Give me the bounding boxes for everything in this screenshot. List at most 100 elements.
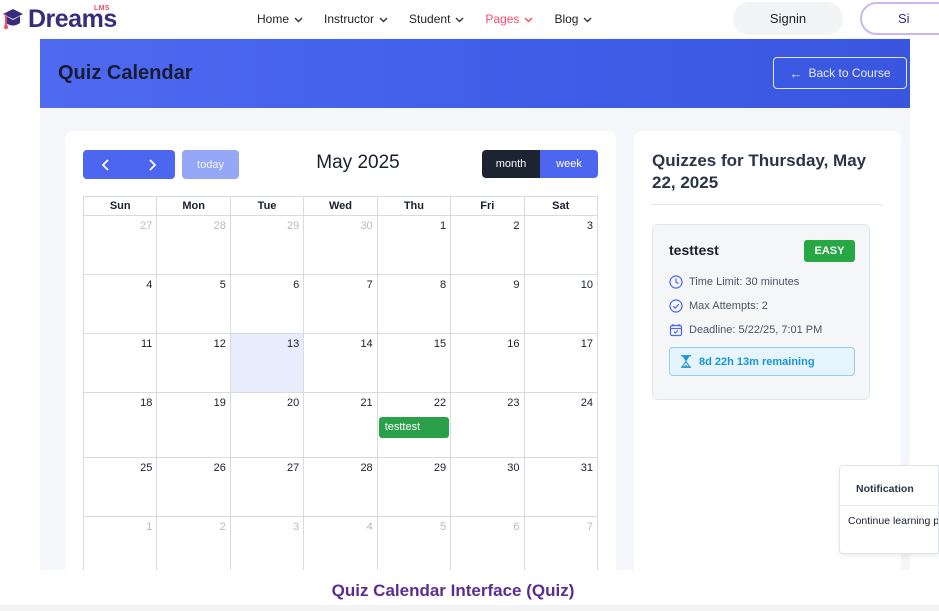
calendar-day[interactable]: 5 bbox=[157, 275, 231, 334]
day-number[interactable]: 16 bbox=[507, 338, 519, 350]
calendar-day[interactable]: 30 bbox=[451, 458, 525, 517]
calendar-day[interactable]: 2 bbox=[157, 517, 231, 576]
day-number[interactable]: 8 bbox=[440, 279, 446, 291]
day-number[interactable]: 25 bbox=[140, 462, 152, 474]
day-number[interactable]: 21 bbox=[360, 397, 372, 409]
day-number[interactable]: 6 bbox=[513, 521, 519, 533]
brand-logo[interactable]: Dreams LMS bbox=[2, 4, 117, 34]
month-view-button[interactable]: month bbox=[482, 150, 540, 178]
day-number[interactable]: 14 bbox=[360, 338, 372, 350]
day-number[interactable]: 28 bbox=[360, 462, 372, 474]
day-number[interactable]: 2 bbox=[220, 521, 226, 533]
day-number[interactable]: 23 bbox=[507, 397, 519, 409]
calendar-day[interactable]: 27 bbox=[84, 216, 158, 275]
calendar-day-today[interactable]: 13 bbox=[230, 334, 305, 393]
calendar-event[interactable]: testtest bbox=[378, 417, 450, 438]
day-number[interactable]: 4 bbox=[367, 521, 373, 533]
day-number[interactable]: 1 bbox=[146, 521, 152, 533]
calendar-day[interactable]: 19 bbox=[157, 393, 231, 458]
nav-item-pages[interactable]: Pages bbox=[485, 12, 534, 26]
day-number[interactable]: 7 bbox=[367, 279, 373, 291]
calendar-day[interactable]: 6 bbox=[451, 517, 525, 576]
calendar-day[interactable]: 5 bbox=[377, 517, 452, 576]
day-number[interactable]: 1 bbox=[440, 220, 446, 232]
day-number[interactable]: 18 bbox=[140, 397, 152, 409]
day-number[interactable]: 4 bbox=[146, 279, 152, 291]
day-number[interactable]: 27 bbox=[140, 220, 152, 232]
calendar-day[interactable]: 30 bbox=[304, 216, 378, 275]
day-number[interactable]: 10 bbox=[581, 279, 593, 291]
calendar-day[interactable]: 4 bbox=[304, 517, 378, 576]
calendar-day[interactable]: 24 bbox=[524, 393, 598, 458]
calendar-day[interactable]: 7 bbox=[304, 275, 378, 334]
notification-popup[interactable]: Notification Continue learning progress. bbox=[839, 465, 939, 554]
day-number[interactable]: 3 bbox=[587, 220, 593, 232]
calendar-day[interactable]: 9 bbox=[451, 275, 525, 334]
calendar-day[interactable]: 28 bbox=[304, 458, 378, 517]
day-number[interactable]: 15 bbox=[434, 338, 446, 350]
calendar-day[interactable]: 12 bbox=[157, 334, 231, 393]
calendar-day[interactable]: 4 bbox=[84, 275, 158, 334]
signup-button[interactable]: Si bbox=[860, 2, 939, 35]
day-number[interactable]: 22 bbox=[434, 397, 446, 409]
calendar-day[interactable]: 25 bbox=[84, 458, 158, 517]
day-number[interactable]: 9 bbox=[513, 279, 519, 291]
week-view-button[interactable]: week bbox=[540, 150, 598, 178]
today-button[interactable]: today bbox=[182, 150, 239, 179]
day-number[interactable]: 17 bbox=[581, 338, 593, 350]
day-number[interactable]: 5 bbox=[220, 279, 226, 291]
day-number[interactable]: 27 bbox=[287, 462, 299, 474]
calendar-day[interactable]: 31 bbox=[524, 458, 598, 517]
calendar-day[interactable]: 10 bbox=[524, 275, 598, 334]
calendar-day[interactable]: 29 bbox=[230, 216, 305, 275]
prev-month-button[interactable] bbox=[83, 150, 129, 179]
nav-item-home[interactable]: Home bbox=[257, 12, 304, 26]
day-number[interactable]: 24 bbox=[581, 397, 593, 409]
calendar-day[interactable]: 28 bbox=[157, 216, 231, 275]
calendar-day[interactable]: 26 bbox=[157, 458, 231, 517]
day-number[interactable]: 2 bbox=[513, 220, 519, 232]
day-number[interactable]: 31 bbox=[581, 462, 593, 474]
calendar-day[interactable]: 3 bbox=[524, 216, 598, 275]
day-number[interactable]: 20 bbox=[287, 397, 299, 409]
calendar-day[interactable]: 6 bbox=[230, 275, 305, 334]
day-number[interactable]: 13 bbox=[287, 338, 299, 350]
calendar-day[interactable]: 7 bbox=[524, 517, 598, 576]
calendar-day[interactable]: 1 bbox=[84, 517, 158, 576]
calendar-day[interactable]: 18 bbox=[84, 393, 158, 458]
calendar-day[interactable]: 29 bbox=[377, 458, 452, 517]
day-number[interactable]: 19 bbox=[214, 397, 226, 409]
calendar-day[interactable]: 27 bbox=[230, 458, 305, 517]
calendar-day[interactable]: 16 bbox=[451, 334, 525, 393]
nav-item-instructor[interactable]: Instructor bbox=[324, 12, 389, 26]
calendar-day[interactable]: 23 bbox=[451, 393, 525, 458]
calendar-day[interactable]: 14 bbox=[304, 334, 378, 393]
day-number[interactable]: 11 bbox=[141, 338, 152, 350]
day-number[interactable]: 30 bbox=[507, 462, 519, 474]
day-number[interactable]: 3 bbox=[293, 521, 299, 533]
day-number[interactable]: 30 bbox=[360, 220, 372, 232]
day-number[interactable]: 29 bbox=[434, 462, 446, 474]
calendar-day[interactable]: 21 bbox=[304, 393, 378, 458]
day-number[interactable]: 26 bbox=[214, 462, 226, 474]
calendar-day[interactable]: 22 testtest bbox=[377, 393, 452, 458]
quiz-card[interactable]: testtest EASY Time Limit: 30 minutes Max… bbox=[652, 224, 870, 400]
nav-item-blog[interactable]: Blog bbox=[554, 12, 593, 26]
signin-button[interactable]: Signin bbox=[733, 2, 843, 35]
next-month-button[interactable] bbox=[129, 150, 175, 179]
calendar-day[interactable]: 17 bbox=[524, 334, 598, 393]
calendar-day[interactable]: 2 bbox=[451, 216, 525, 275]
day-number[interactable]: 28 bbox=[214, 220, 226, 232]
calendar-day[interactable]: 20 bbox=[230, 393, 305, 458]
calendar-day[interactable]: 1 bbox=[377, 216, 452, 275]
calendar-day[interactable]: 8 bbox=[377, 275, 452, 334]
calendar-day[interactable]: 15 bbox=[377, 334, 452, 393]
nav-item-student[interactable]: Student bbox=[409, 12, 465, 26]
day-number[interactable]: 7 bbox=[587, 521, 593, 533]
calendar-day[interactable]: 11 bbox=[84, 334, 158, 393]
day-number[interactable]: 5 bbox=[440, 521, 446, 533]
day-number[interactable]: 29 bbox=[287, 220, 299, 232]
back-to-course-button[interactable]: ← Back to Course bbox=[773, 57, 907, 89]
day-number[interactable]: 6 bbox=[293, 279, 299, 291]
calendar-day[interactable]: 3 bbox=[230, 517, 305, 576]
